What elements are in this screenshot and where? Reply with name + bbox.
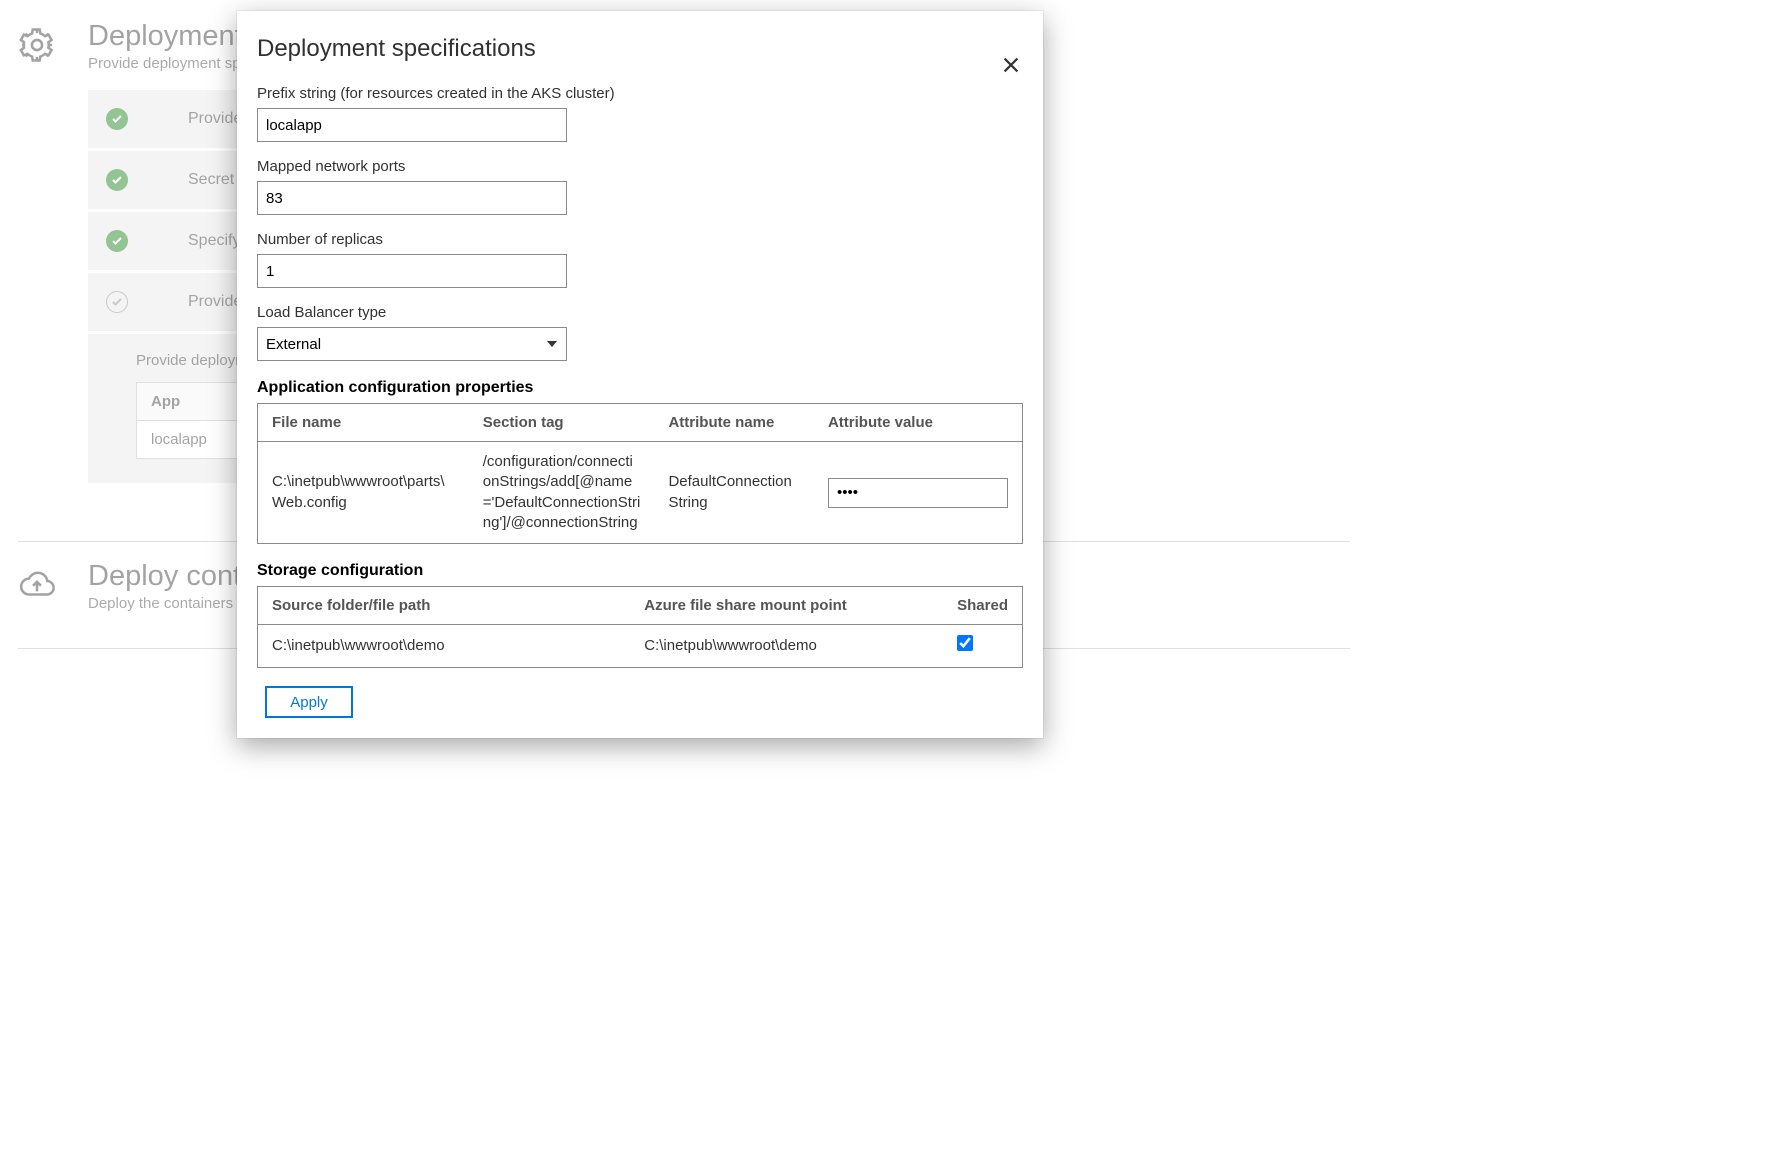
appcfg-table: File name Section tag Attribute name Att… [257, 403, 1023, 544]
modal-overlay: Deployment specifications Prefix string … [0, 0, 1368, 905]
lb-select[interactable]: External [257, 327, 567, 361]
appcfg-heading: Application configuration properties [257, 379, 1023, 397]
ports-input[interactable] [257, 181, 567, 215]
storage-col-src: Source folder/file path [258, 587, 631, 625]
storage-mnt: C:\inetpub\wwwroot\demo [630, 625, 943, 668]
apply-button[interactable]: Apply [265, 686, 353, 718]
storage-col-mnt: Azure file share mount point [630, 587, 943, 625]
replicas-input[interactable] [257, 254, 567, 288]
appcfg-col-val: Attribute value [814, 404, 1023, 442]
appcfg-attr: DefaultConnectionString [654, 442, 814, 544]
storage-heading: Storage configuration [257, 562, 1023, 580]
ports-label: Mapped network ports [257, 158, 1023, 175]
storage-table: Source folder/file path Azure file share… [257, 586, 1023, 668]
appcfg-col-attr: Attribute name [654, 404, 814, 442]
table-row: C:\inetpub\wwwroot\parts\Web.config /con… [258, 442, 1023, 544]
storage-col-shared: Shared [943, 587, 1022, 625]
storage-shared-checkbox[interactable] [957, 635, 973, 651]
deployment-spec-dialog: Deployment specifications Prefix string … [237, 11, 1043, 738]
table-row: C:\inetpub\wwwroot\demo C:\inetpub\wwwro… [258, 625, 1023, 668]
prefix-label: Prefix string (for resources created in … [257, 85, 1023, 102]
storage-src: C:\inetpub\wwwroot\demo [258, 625, 631, 668]
lb-label: Load Balancer type [257, 304, 1023, 321]
dialog-title: Deployment specifications [257, 35, 1023, 63]
close-button[interactable] [997, 51, 1025, 79]
appcfg-file: C:\inetpub\wwwroot\parts\Web.config [258, 442, 469, 544]
appcfg-tag: /configuration/connectionStrings/add[@na… [469, 442, 655, 544]
appcfg-col-tag: Section tag [469, 404, 655, 442]
prefix-input[interactable] [257, 108, 567, 142]
replicas-label: Number of replicas [257, 231, 1023, 248]
appcfg-val-input[interactable] [828, 478, 1008, 508]
appcfg-col-file: File name [258, 404, 469, 442]
